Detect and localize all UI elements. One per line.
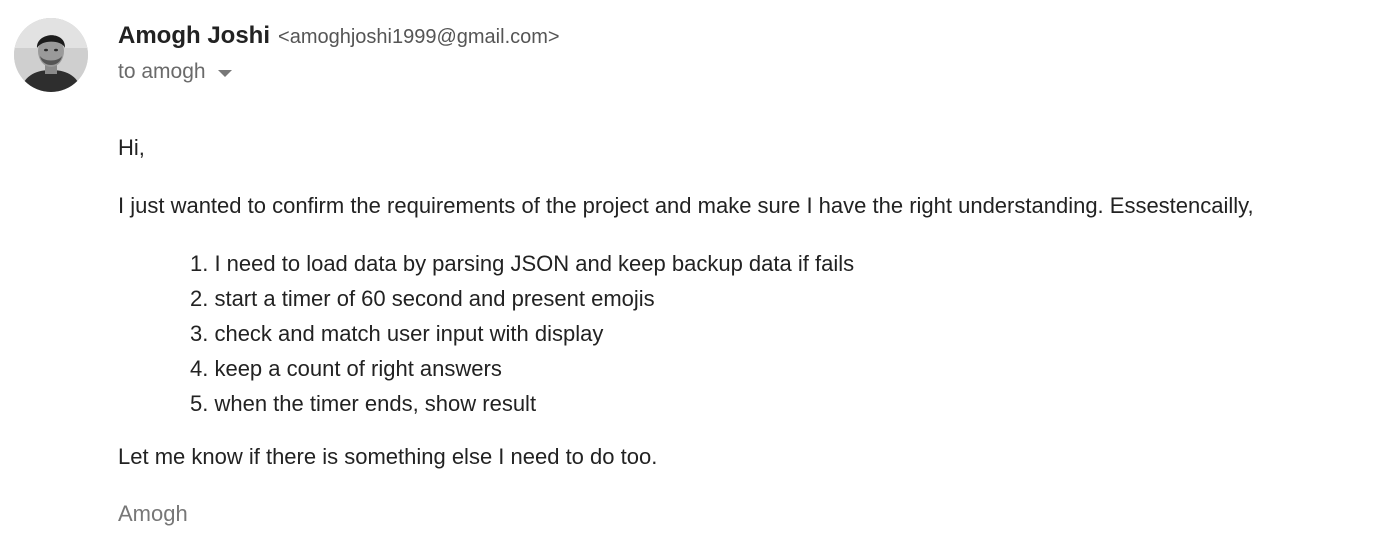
sender-avatar[interactable] (14, 18, 88, 92)
message-body: Hi, I just wanted to confirm the require… (118, 133, 1388, 529)
greeting-text: Hi, (118, 135, 145, 160)
recipient-label: to amogh (118, 60, 206, 83)
list-item: 4. keep a count of right answers (190, 356, 502, 381)
recipient-details-toggle[interactable]: to amogh (118, 60, 232, 84)
requirements-list: 1. I need to load data by parsing JSON a… (118, 246, 1388, 421)
signature: Amogh (118, 501, 188, 526)
message-header: Amogh Joshi <amoghjoshi1999@gmail.com> t… (118, 22, 560, 84)
caret-down-icon[interactable] (217, 70, 232, 77)
intro-paragraph: I just wanted to confirm the requirement… (118, 193, 1254, 218)
closing-paragraph: Let me know if there is something else I… (118, 444, 658, 469)
sender-name[interactable]: Amogh Joshi (118, 22, 270, 50)
sender-line: Amogh Joshi <amoghjoshi1999@gmail.com> (118, 22, 560, 50)
list-item: 2. start a timer of 60 second and presen… (190, 286, 655, 311)
list-item: 1. I need to load data by parsing JSON a… (190, 251, 855, 276)
email-message-view: Amogh Joshi <amoghjoshi1999@gmail.com> t… (0, 0, 1400, 556)
list-item: 3. check and match user input with displ… (190, 321, 604, 346)
avatar-photo-icon (14, 18, 88, 92)
sender-email: <amoghjoshi1999@gmail.com> (278, 26, 560, 48)
list-item: 5. when the timer ends, show result (190, 391, 537, 416)
